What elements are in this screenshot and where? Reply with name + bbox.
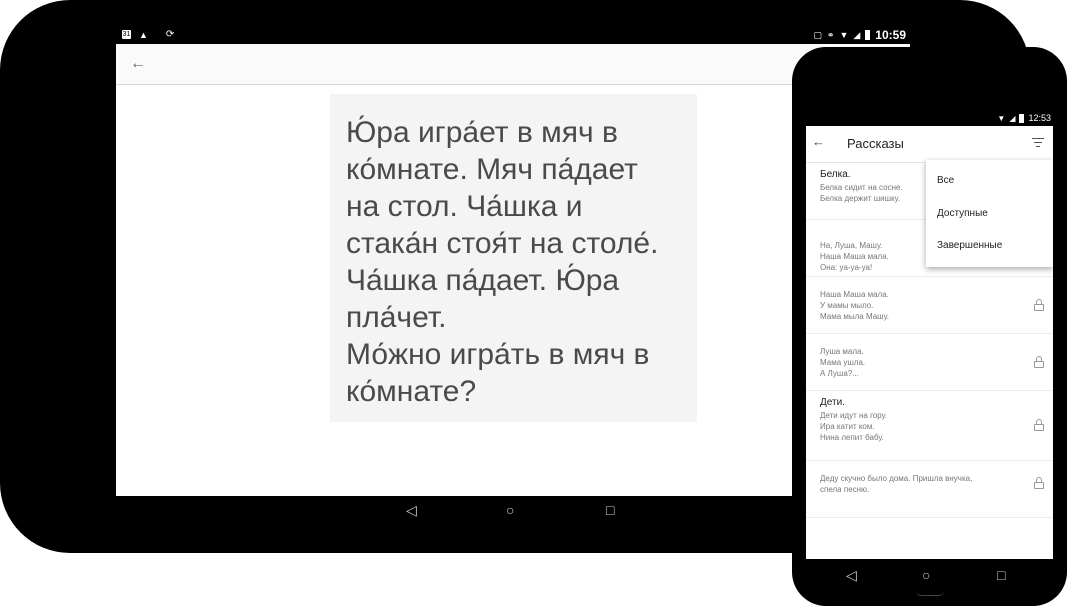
nav-home-icon[interactable]: ○	[506, 502, 514, 518]
item-line: Наша Маша мала.	[820, 290, 889, 299]
page-title: Рассказы	[847, 136, 904, 151]
lock-icon	[1034, 356, 1044, 368]
story-line: Мо́жно игра́ть в мяч в	[346, 338, 650, 371]
story-view: Ю́ра игра́ет в мяч в ко́мнате. Мяч па́да…	[116, 85, 910, 496]
story-line: Ча́шка па́дает. Ю́ра	[346, 264, 620, 297]
filter-icon[interactable]	[1031, 138, 1045, 150]
item-line: Ира катит ком.	[820, 422, 875, 431]
phone-speaker	[916, 591, 944, 596]
lock-icon	[1034, 419, 1044, 431]
phone-status-bar: ▼ ◢ 12:53	[806, 112, 1053, 126]
key-icon: ⚭	[826, 29, 835, 40]
item-line: Мама ушла.	[820, 358, 866, 367]
arrow-back-icon[interactable]: ←	[130, 54, 150, 74]
nav-back-icon[interactable]: ◁	[406, 502, 417, 519]
tablet-app-bar: ←	[116, 44, 910, 85]
tablet-status-bar: 31 ▲ ⟳ ▢ ⚭ ▼ ◢ 10:59	[116, 28, 910, 44]
battery-icon	[865, 30, 871, 40]
nav-recents-icon[interactable]: □	[997, 567, 1005, 583]
phone-device: ▼ ◢ 12:53 ← Рассказы Белка. Белка сидит …	[792, 47, 1067, 606]
item-line: А Луша?...	[820, 369, 859, 378]
signal-icon: ◢	[853, 29, 861, 40]
phone-screen: ▼ ◢ 12:53 ← Рассказы Белка. Белка сидит …	[806, 112, 1053, 559]
item-line: Нина лепит бабу.	[820, 433, 884, 442]
wifi-icon: ▼	[997, 113, 1006, 123]
list-item[interactable]: Наша Маша мала. У мамы мыло. Мама мыла М…	[806, 277, 1053, 334]
status-time: 10:59	[875, 28, 906, 42]
filter-dropdown-menu: Все Доступные Завершенные	[926, 160, 1053, 267]
story-line: ко́мнате?	[346, 375, 477, 408]
notification-icon: ▲	[139, 29, 148, 40]
story-line: на стол. Ча́шка и	[346, 190, 583, 223]
nav-home-icon[interactable]: ○	[922, 567, 930, 583]
item-line: У мамы мыло.	[820, 301, 874, 310]
item-line: Мама мыла Машу.	[820, 312, 890, 321]
cast-icon: ▢	[813, 29, 822, 40]
story-text-card: Ю́ра игра́ет в мяч в ко́мнате. Мяч па́да…	[330, 94, 697, 422]
story-line: стака́н стоя́т на столе́.	[346, 227, 659, 260]
battery-icon	[1019, 113, 1025, 123]
lock-icon	[1034, 477, 1044, 489]
phone-app-bar: ← Рассказы	[806, 126, 1053, 163]
signal-icon: ◢	[1009, 113, 1016, 123]
arrow-back-icon[interactable]: ←	[812, 134, 825, 149]
sync-icon: ⟳	[165, 29, 175, 40]
story-line: Ю́ра игра́ет в мяч в	[346, 116, 618, 149]
filter-option-available[interactable]: Доступные	[937, 208, 988, 219]
nav-back-icon[interactable]: ◁	[846, 567, 857, 584]
tablet-nav-bar: ◁ ○ □	[116, 496, 910, 526]
item-title: Дети.	[820, 397, 845, 408]
list-item[interactable]: Дети. Дети идут на гору. Ира катит ком. …	[806, 391, 1053, 461]
calendar-icon: 31	[122, 30, 131, 39]
item-line: Луша мала.	[820, 347, 864, 356]
tablet-screen: 31 ▲ ⟳ ▢ ⚭ ▼ ◢ 10:59 ← Ю́ра игра́ет в мя…	[116, 28, 910, 526]
nav-recents-icon[interactable]: □	[606, 502, 614, 518]
lock-icon	[1034, 299, 1044, 311]
status-time: 12:53	[1028, 113, 1051, 123]
list-item[interactable]: Луша мала. Мама ушла. А Луша?...	[806, 334, 1053, 391]
wifi-icon: ▼	[839, 30, 849, 40]
list-item[interactable]: Деду скучно было дома. Пришла внучка, сп…	[806, 461, 1053, 518]
item-line: Деду скучно было дома. Пришла внучка,	[820, 474, 973, 483]
filter-option-all[interactable]: Все	[937, 175, 954, 186]
item-line: Дети идут на гору.	[820, 411, 888, 420]
filter-option-completed[interactable]: Завершенные	[937, 240, 1002, 251]
story-line: пла́чет.	[346, 301, 447, 334]
item-line: спела песню.	[820, 485, 870, 494]
phone-nav-bar: ◁ ○ □	[806, 559, 1053, 595]
story-line: ко́мнате. Мяч па́дает	[346, 153, 638, 186]
